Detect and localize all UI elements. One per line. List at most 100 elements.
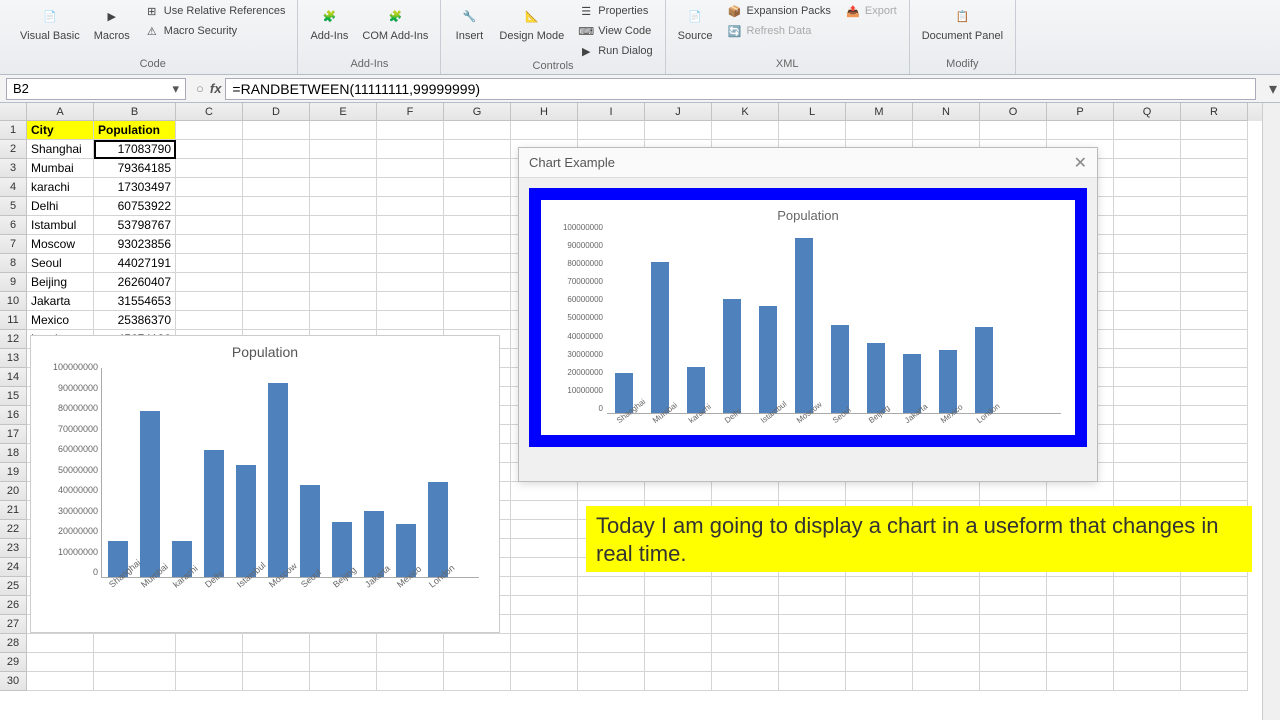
column-header[interactable]: A xyxy=(27,103,94,121)
column-header[interactable]: O xyxy=(980,103,1047,121)
cancel-icon[interactable]: ○ xyxy=(196,81,204,96)
cell[interactable] xyxy=(1114,444,1181,463)
cell[interactable] xyxy=(712,672,779,691)
cell[interactable] xyxy=(444,254,511,273)
cell[interactable] xyxy=(243,140,310,159)
cell[interactable] xyxy=(1181,216,1248,235)
cell[interactable] xyxy=(1114,349,1181,368)
cell[interactable] xyxy=(511,121,578,140)
cell[interactable] xyxy=(310,178,377,197)
row-header[interactable]: 2 xyxy=(0,140,27,159)
cell[interactable] xyxy=(377,140,444,159)
cell[interactable] xyxy=(1114,197,1181,216)
name-box[interactable]: B2▾ xyxy=(6,78,186,100)
sheet-chart[interactable]: Population 10000000090000000800000007000… xyxy=(30,335,500,633)
column-header[interactable]: Q xyxy=(1114,103,1181,121)
cell[interactable] xyxy=(511,501,578,520)
cell[interactable] xyxy=(377,672,444,691)
cell[interactable] xyxy=(243,197,310,216)
cell[interactable] xyxy=(377,311,444,330)
cell[interactable] xyxy=(1181,425,1248,444)
cell[interactable] xyxy=(310,292,377,311)
cell[interactable] xyxy=(913,672,980,691)
row-header[interactable]: 19 xyxy=(0,463,27,482)
cell[interactable] xyxy=(444,178,511,197)
cell[interactable]: 17083790 xyxy=(94,140,176,159)
column-header[interactable]: C xyxy=(176,103,243,121)
row-header[interactable]: 18 xyxy=(0,444,27,463)
cell[interactable] xyxy=(1181,672,1248,691)
close-icon[interactable]: ✕ xyxy=(1074,153,1087,173)
row-header[interactable]: 27 xyxy=(0,615,27,634)
macros-button[interactable]: ▶Macros xyxy=(90,2,134,58)
cell[interactable] xyxy=(94,634,176,653)
cell[interactable] xyxy=(310,140,377,159)
visual-basic-button[interactable]: 📄Visual Basic xyxy=(16,2,84,58)
properties-button[interactable]: ☰Properties xyxy=(574,2,656,20)
row-header[interactable]: 20 xyxy=(0,482,27,501)
cell[interactable]: Jakarta xyxy=(27,292,94,311)
cell[interactable] xyxy=(1114,178,1181,197)
row-header[interactable]: 8 xyxy=(0,254,27,273)
column-header[interactable]: F xyxy=(377,103,444,121)
row-header[interactable]: 23 xyxy=(0,539,27,558)
row-header[interactable]: 25 xyxy=(0,577,27,596)
cell[interactable] xyxy=(645,121,712,140)
view-code-button[interactable]: ⌨View Code xyxy=(574,22,656,40)
column-header[interactable]: H xyxy=(511,103,578,121)
row-header[interactable]: 28 xyxy=(0,634,27,653)
cell[interactable] xyxy=(712,577,779,596)
com-addins-button[interactable]: 🧩COM Add-Ins xyxy=(358,2,432,58)
cell[interactable] xyxy=(1181,387,1248,406)
cell[interactable] xyxy=(1047,653,1114,672)
cell[interactable] xyxy=(1114,463,1181,482)
cell[interactable] xyxy=(1181,330,1248,349)
cell[interactable] xyxy=(243,159,310,178)
formula-input[interactable]: =RANDBETWEEN(11111111,99999999) xyxy=(225,78,1256,100)
cell[interactable] xyxy=(980,482,1047,501)
cell[interactable] xyxy=(980,596,1047,615)
cell[interactable] xyxy=(511,634,578,653)
column-header[interactable]: D xyxy=(243,103,310,121)
cell[interactable] xyxy=(1114,387,1181,406)
cell[interactable] xyxy=(444,634,511,653)
row-header[interactable]: 22 xyxy=(0,520,27,539)
cell[interactable]: Delhi xyxy=(27,197,94,216)
cell[interactable] xyxy=(1114,577,1181,596)
cell[interactable] xyxy=(1114,615,1181,634)
use-relative-refs-button[interactable]: ⊞Use Relative References xyxy=(140,2,290,20)
cell[interactable]: Beijing xyxy=(27,273,94,292)
cell[interactable] xyxy=(779,121,846,140)
cell[interactable] xyxy=(913,121,980,140)
cell[interactable]: Mexico xyxy=(27,311,94,330)
row-header[interactable]: 9 xyxy=(0,273,27,292)
export-button[interactable]: 📤Export xyxy=(841,2,901,20)
cell[interactable] xyxy=(444,311,511,330)
cell[interactable] xyxy=(1114,235,1181,254)
cell[interactable] xyxy=(645,672,712,691)
cell[interactable] xyxy=(1181,368,1248,387)
cell[interactable] xyxy=(444,235,511,254)
cell[interactable] xyxy=(1181,653,1248,672)
cell[interactable] xyxy=(243,121,310,140)
cell[interactable] xyxy=(1114,368,1181,387)
cell[interactable] xyxy=(511,672,578,691)
cell[interactable] xyxy=(27,653,94,672)
cell[interactable] xyxy=(377,197,444,216)
cell[interactable] xyxy=(578,577,645,596)
row-header[interactable]: 29 xyxy=(0,653,27,672)
expansion-packs-button[interactable]: 📦Expansion Packs xyxy=(723,2,835,20)
cell[interactable]: Istambul xyxy=(27,216,94,235)
column-header[interactable]: I xyxy=(578,103,645,121)
cell[interactable] xyxy=(578,615,645,634)
cell[interactable] xyxy=(310,634,377,653)
cell[interactable] xyxy=(310,273,377,292)
cell[interactable] xyxy=(310,121,377,140)
cell[interactable] xyxy=(980,634,1047,653)
cell[interactable] xyxy=(578,634,645,653)
cell[interactable] xyxy=(176,292,243,311)
cell[interactable] xyxy=(1181,197,1248,216)
cell[interactable] xyxy=(1181,273,1248,292)
cell[interactable] xyxy=(444,273,511,292)
cell[interactable]: 79364185 xyxy=(94,159,176,178)
